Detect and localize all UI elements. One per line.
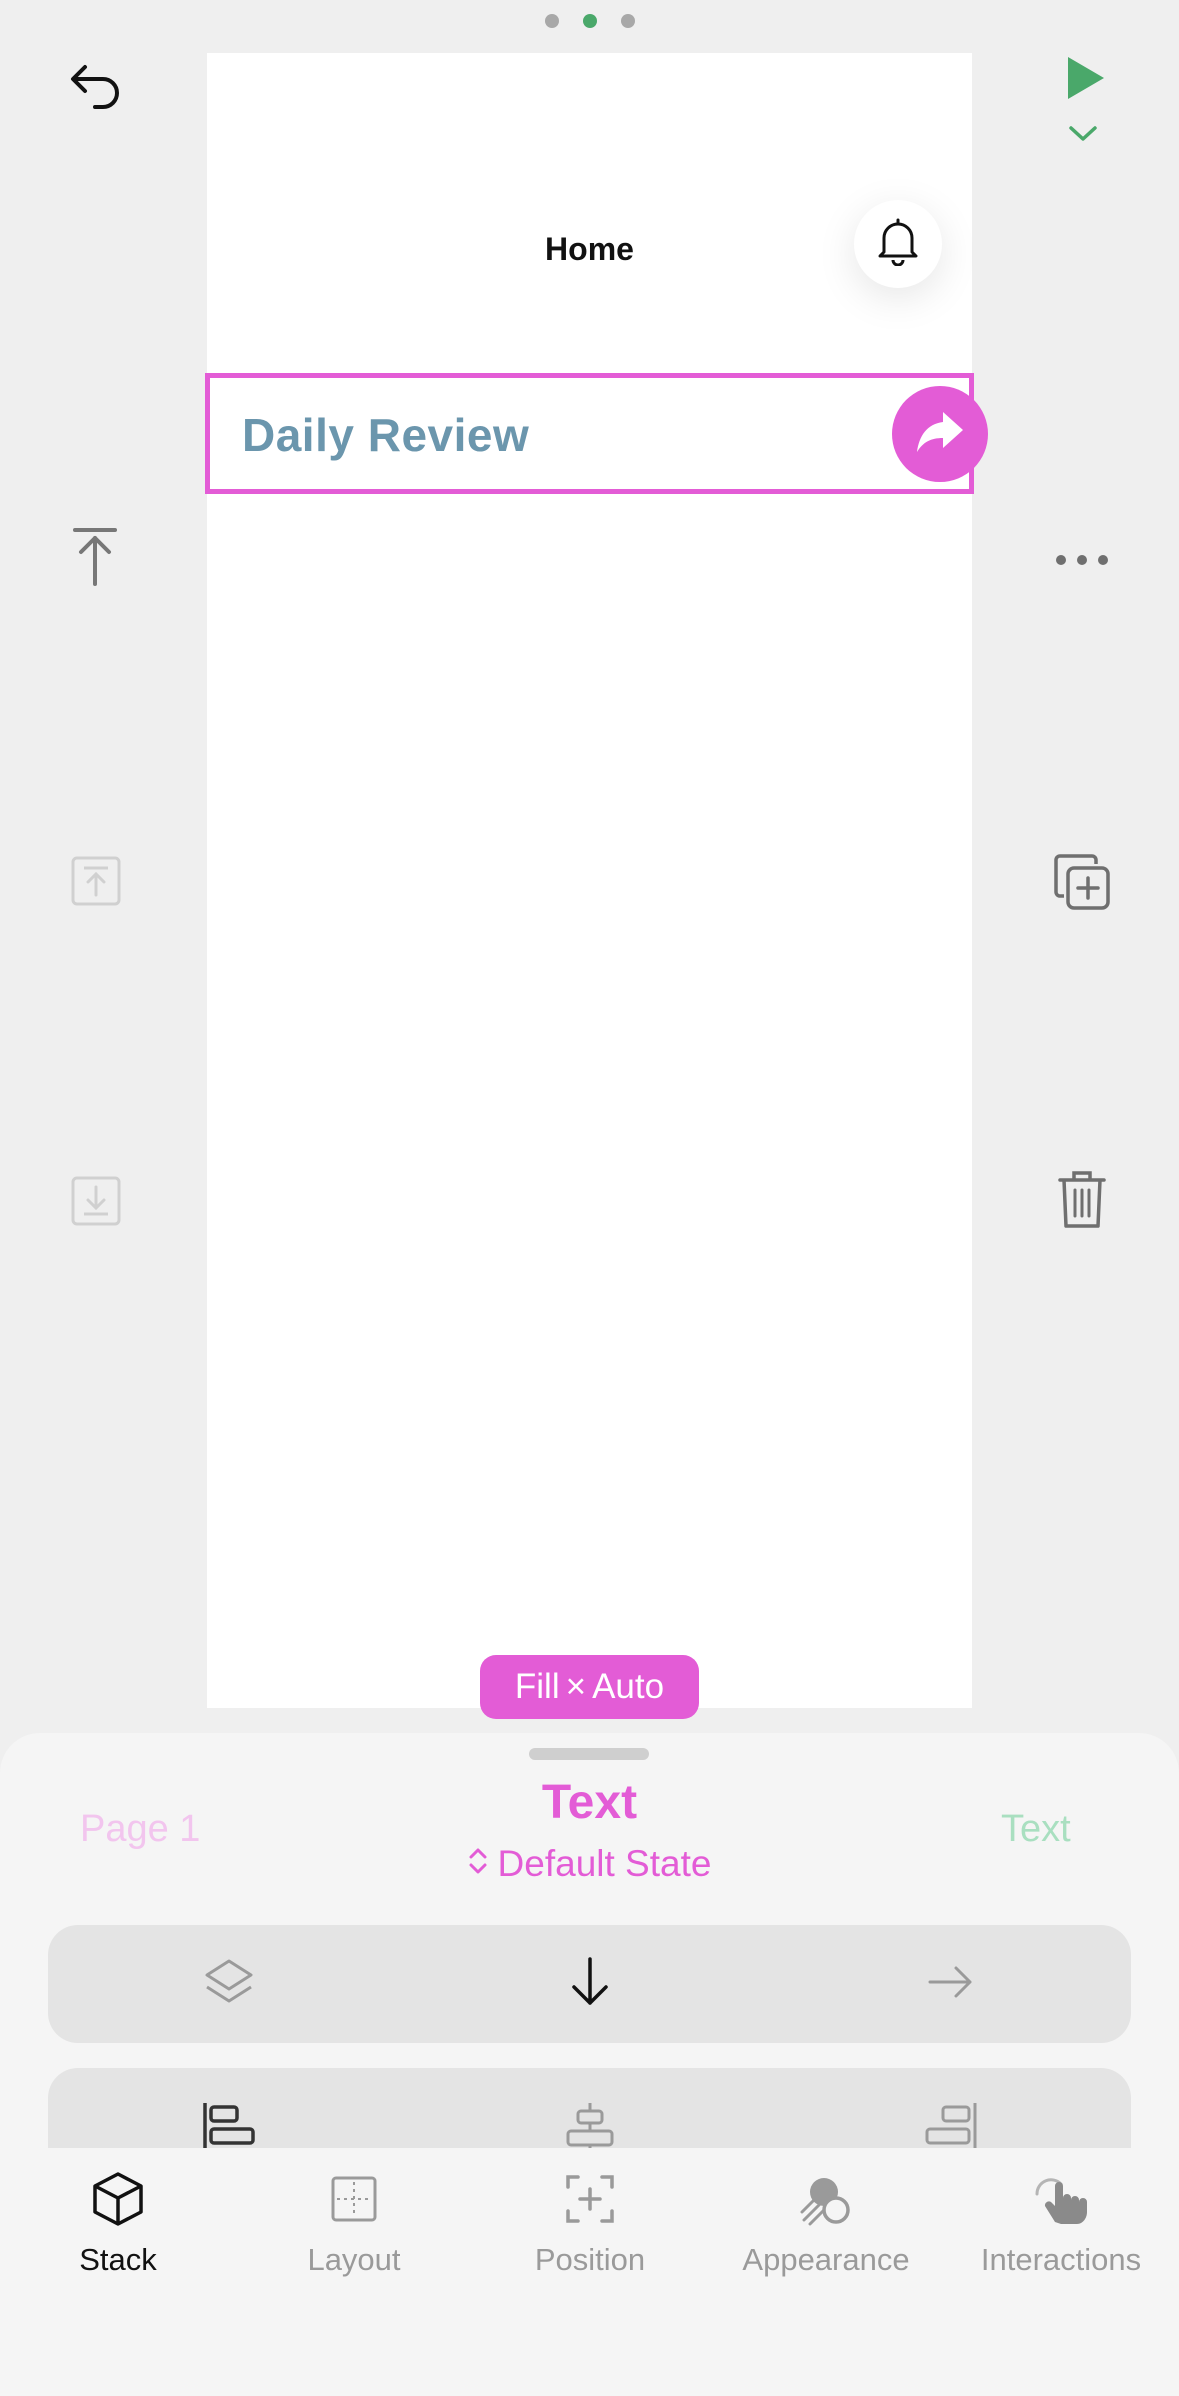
tab-position[interactable]: Position <box>472 2148 708 2298</box>
tab-label: Position <box>534 2242 646 2277</box>
layers-icon <box>203 1957 255 2012</box>
move-down-icon[interactable] <box>68 1173 124 1229</box>
trash-icon[interactable] <box>1056 1168 1108 1230</box>
position-icon <box>564 2168 616 2230</box>
arrow-down-icon <box>568 1955 612 2014</box>
align-right-icon <box>921 2103 981 2148</box>
chevron-down-icon[interactable] <box>1068 124 1098 144</box>
next-item-label[interactable]: Text <box>1001 1808 1071 1851</box>
align-right-option[interactable] <box>770 2103 1131 2148</box>
sheet-grabber[interactable] <box>529 1748 649 1760</box>
share-button[interactable] <box>892 386 988 482</box>
cube-icon <box>91 2168 145 2230</box>
state-label: Default State <box>497 1843 712 1884</box>
bell-icon <box>876 218 920 271</box>
tab-label: Stack <box>79 2242 157 2277</box>
tab-interactions[interactable]: Interactions <box>943 2148 1179 2298</box>
layout-grid-icon <box>329 2168 379 2230</box>
tab-appearance[interactable]: Appearance <box>708 2148 944 2298</box>
size-mode-chip[interactable]: Fill × Auto <box>480 1655 699 1719</box>
align-center-option[interactable] <box>409 2103 770 2148</box>
tab-layout[interactable]: Layout <box>236 2148 472 2298</box>
page-indicator <box>0 14 1179 28</box>
share-arrow-icon <box>913 408 967 461</box>
direction-vertical-option[interactable] <box>409 1925 770 2043</box>
align-left-option[interactable] <box>48 2103 409 2148</box>
tab-label: Layout <box>307 2242 401 2277</box>
move-to-top-icon[interactable] <box>62 524 128 590</box>
artboard[interactable]: Home <box>207 53 972 1708</box>
page-dot-active[interactable] <box>582 14 597 28</box>
direction-layers-option[interactable] <box>48 1925 409 2043</box>
duplicate-icon[interactable] <box>1052 852 1112 912</box>
tab-label: Interactions <box>980 2242 1142 2277</box>
arrow-right-icon <box>926 1962 976 2007</box>
height-mode-label: Auto <box>592 1667 665 1706</box>
width-mode-label: Fill <box>514 1667 560 1706</box>
selected-text-element[interactable]: Daily Review <box>205 373 974 494</box>
page-dot[interactable] <box>620 14 635 28</box>
size-separator: × <box>565 1667 587 1706</box>
inspector-tab-bar: Stack Layout Position Appearance Interac… <box>0 2148 1179 2396</box>
direction-horizontal-option[interactable] <box>770 1925 1131 2043</box>
play-icon[interactable] <box>1062 55 1108 101</box>
page-dot[interactable] <box>544 14 559 28</box>
updown-chevron-icon <box>468 1843 488 1885</box>
tab-label: Appearance <box>742 2242 910 2277</box>
stack-direction-control <box>48 1925 1131 2043</box>
align-left-icon <box>199 2103 259 2148</box>
alignment-control <box>48 2068 1131 2148</box>
notification-button[interactable] <box>854 200 942 288</box>
tab-stack[interactable]: Stack <box>0 2148 236 2298</box>
appearance-icon <box>798 2168 854 2230</box>
align-center-icon <box>560 2103 620 2148</box>
daily-review-text[interactable]: Daily Review <box>242 408 529 462</box>
undo-icon[interactable] <box>62 50 128 116</box>
more-icon[interactable] <box>1054 548 1110 572</box>
hand-pointer-icon <box>1031 2168 1091 2230</box>
move-up-icon[interactable] <box>68 853 124 909</box>
